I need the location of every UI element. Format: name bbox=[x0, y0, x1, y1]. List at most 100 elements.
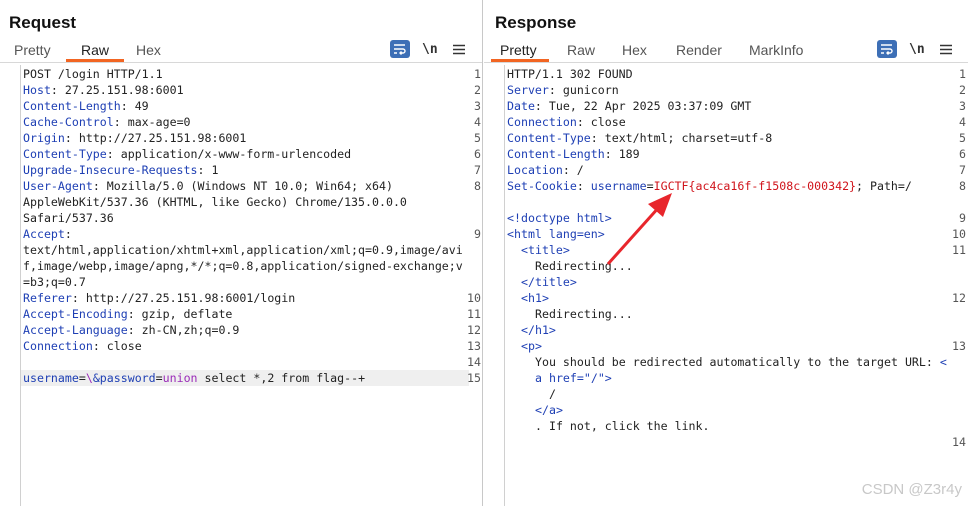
header-name: Location bbox=[507, 163, 563, 177]
h1-open-line: <h1> bbox=[521, 290, 549, 306]
request-tabs-divider bbox=[0, 62, 483, 63]
p-open-line: <p> bbox=[521, 338, 542, 354]
header-value: http://27.25.151.98:6001 bbox=[71, 131, 247, 145]
response-tabs-divider bbox=[484, 62, 968, 63]
title-open-line: <title> bbox=[521, 242, 570, 258]
response-header-line: Content-Type: text/html; charset=utf-8 bbox=[507, 130, 772, 146]
header-colon: : bbox=[576, 179, 591, 193]
response-tab-markinfo[interactable]: MarkInfo bbox=[749, 42, 803, 58]
header-value: gunicorn bbox=[555, 83, 619, 97]
response-header-line: Connection: close bbox=[507, 114, 626, 130]
header-name: Content-Type bbox=[507, 131, 591, 145]
header-value: / bbox=[569, 163, 584, 177]
wrap-icon bbox=[881, 44, 893, 55]
watermark: CSDN @Z3r4y bbox=[861, 481, 962, 498]
header-name: Cache-Control bbox=[23, 115, 114, 129]
request-line: Connection: close bbox=[23, 338, 142, 354]
response-tab-hex[interactable]: Hex bbox=[622, 42, 647, 58]
response-wrap-lines-button[interactable] bbox=[877, 40, 897, 58]
line-number: 8 bbox=[474, 179, 481, 193]
header-name: Set-Cookie bbox=[507, 179, 577, 193]
response-tab-pretty[interactable]: Pretty bbox=[500, 42, 537, 58]
header-value: max-age=0 bbox=[120, 115, 191, 129]
line-number: 6 bbox=[959, 147, 966, 161]
header-colon: : bbox=[534, 99, 542, 113]
pane-splitter[interactable] bbox=[482, 0, 483, 506]
status-line: HTTP/1.1 302 FOUND bbox=[507, 67, 633, 81]
request-editor[interactable]: 1 POST /login HTTP/1.1 2 Host: 27.25.151.98… bbox=[0, 65, 483, 506]
line-number: 11 bbox=[952, 243, 966, 257]
line-number: 2 bbox=[474, 83, 481, 97]
header-name: Upgrade-Insecure-Requests bbox=[23, 163, 198, 177]
request-tab-raw[interactable]: Raw bbox=[81, 42, 109, 58]
request-line: Accept: bbox=[23, 226, 72, 242]
html-open-line: <html lang=en> bbox=[507, 226, 605, 242]
request-tab-hex[interactable]: Hex bbox=[136, 42, 161, 58]
line-number: 3 bbox=[959, 99, 966, 113]
response-header-line: Server: gunicorn bbox=[507, 82, 619, 98]
p-tail-line: . If not, click the link. bbox=[535, 419, 710, 433]
response-editor[interactable]: 1 2 3 4 5 6 7 8 9 10 11 12 13 14 HTTP/1.1 302… bbox=[484, 65, 968, 506]
header-colon: : bbox=[50, 83, 58, 97]
p-text: You should be redirected automatically t… bbox=[535, 355, 940, 369]
set-cookie-line: Set-Cookie: username=IGCTF{ac4ca16f-f150… bbox=[507, 178, 912, 194]
cookie-name: username bbox=[590, 179, 647, 193]
header-name: Date bbox=[507, 99, 535, 113]
request-menu-button[interactable] bbox=[452, 40, 466, 58]
header-value: Safari/537.36 bbox=[23, 211, 114, 225]
response-line-gutter bbox=[484, 65, 505, 506]
request-wrap-lines-button[interactable] bbox=[390, 40, 410, 58]
header-value: text/html,application/xhtml+xml,applicat… bbox=[23, 243, 463, 257]
response-menu-button[interactable] bbox=[939, 40, 953, 58]
header-colon: : bbox=[562, 163, 570, 177]
param-name: username bbox=[23, 371, 79, 385]
header-colon: : bbox=[64, 227, 72, 241]
request-line: Referer: http://27.25.151.98:6001/login bbox=[23, 290, 295, 306]
response-tab-raw[interactable]: Raw bbox=[567, 42, 595, 58]
line-number: 13 bbox=[467, 339, 481, 353]
header-colon: : bbox=[576, 115, 584, 129]
header-name: Server bbox=[507, 83, 549, 97]
a-href-attr: href bbox=[541, 371, 577, 385]
request-line: f,image/webp,image/apng,*/*;q=0.8,applic… bbox=[23, 258, 463, 274]
request-line: =b3;q=0.7 bbox=[23, 274, 86, 290]
param-value: \ bbox=[85, 371, 93, 385]
line-number: 4 bbox=[959, 115, 966, 129]
header-value: text/html; charset=utf-8 bbox=[597, 131, 773, 145]
param-value-rest: select *,2 from flag--+ bbox=[197, 371, 366, 385]
header-value: 189 bbox=[611, 147, 640, 161]
response-tab-render[interactable]: Render bbox=[676, 42, 722, 58]
header-colon: : bbox=[92, 339, 100, 353]
title-open-tag: <title> bbox=[521, 243, 570, 257]
header-colon: : bbox=[548, 83, 556, 97]
cookie-path: ; Path=/ bbox=[856, 179, 912, 193]
request-line-gutter bbox=[0, 65, 21, 506]
header-name: Connection bbox=[507, 115, 577, 129]
header-name: Accept-Encoding bbox=[23, 307, 128, 321]
line-number: 2 bbox=[959, 83, 966, 97]
line-number: 15 bbox=[467, 371, 481, 385]
request-body-line: username=\&password=union select *,2 fro… bbox=[23, 370, 365, 386]
param-name: &password bbox=[92, 371, 156, 385]
response-header-line: Date: Tue, 22 Apr 2025 03:37:09 GMT bbox=[507, 98, 751, 114]
header-colon: : bbox=[127, 323, 135, 337]
header-name: Referer bbox=[23, 291, 72, 305]
line-number: 5 bbox=[474, 131, 481, 145]
doctype-line: <!doctype html> bbox=[507, 210, 612, 226]
request-show-newlines-button[interactable]: \n bbox=[422, 40, 438, 58]
header-colon: : bbox=[197, 163, 205, 177]
response-show-newlines-button[interactable]: \n bbox=[909, 40, 925, 58]
line-number: 12 bbox=[952, 291, 966, 305]
header-value: Tue, 22 Apr 2025 03:37:09 GMT bbox=[541, 99, 752, 113]
header-value: =b3;q=0.7 bbox=[23, 275, 86, 289]
request-tab-pretty[interactable]: Pretty bbox=[14, 42, 51, 58]
response-header-line: Content-Length: 189 bbox=[507, 146, 640, 162]
line-number: 8 bbox=[959, 179, 966, 193]
header-value: 49 bbox=[127, 99, 149, 113]
wrap-icon bbox=[394, 44, 406, 55]
request-line: POST /login HTTP/1.1 bbox=[23, 66, 163, 82]
h1-text-line: Redirecting... bbox=[535, 307, 633, 321]
request-line: User-Agent: Mozilla/5.0 (Windows NT 10.0… bbox=[23, 178, 393, 194]
request-line: Content-Length: 49 bbox=[23, 98, 149, 114]
header-value: f,image/webp,image/apng,*/*;q=0.8,applic… bbox=[23, 259, 463, 273]
